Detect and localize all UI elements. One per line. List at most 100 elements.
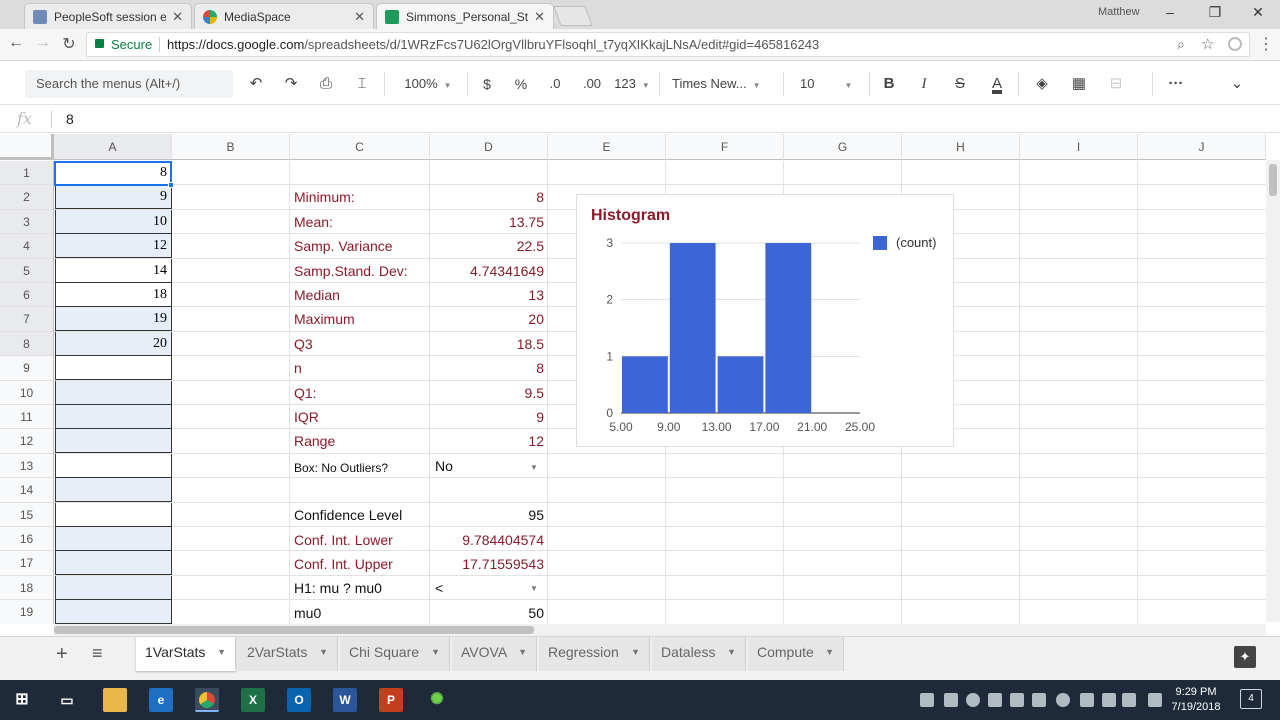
horizontal-scroll-thumb[interactable] — [54, 626, 534, 634]
conf-lower-value[interactable]: 9.784404574 — [431, 528, 544, 552]
tray-battery-icon[interactable] — [1080, 693, 1094, 707]
row-header[interactable]: 13 — [0, 453, 54, 479]
task-view-icon[interactable]: ▭ — [55, 688, 79, 712]
tray-wifi-icon[interactable] — [1102, 693, 1116, 707]
row-header[interactable]: 18 — [0, 575, 54, 601]
percent-format-button[interactable]: % — [510, 72, 532, 96]
column-header-i[interactable]: I — [1020, 134, 1138, 160]
word-icon[interactable]: W — [333, 688, 357, 712]
increase-decimal-button[interactable]: .00 — [578, 72, 606, 96]
fill-handle[interactable] — [168, 182, 174, 188]
forward-arrow-icon[interactable]: → — [32, 34, 54, 52]
chevron-down-icon[interactable]: ▼ — [319, 637, 328, 667]
decrease-decimal-button[interactable]: .0 — [543, 72, 567, 96]
redo-icon[interactable]: ↷ — [279, 72, 303, 96]
conf-upper-value[interactable]: 17.71559543 — [431, 552, 544, 576]
stat-value[interactable]: 8 — [431, 356, 544, 380]
cell-a6[interactable]: 18 — [55, 283, 172, 307]
cell-a17[interactable] — [55, 551, 172, 576]
vertical-scrollbar[interactable] — [1266, 160, 1280, 622]
more-formats-button[interactable]: 123 ▼ — [612, 72, 652, 96]
tray-volume-icon[interactable] — [1122, 693, 1136, 707]
sheet-tab-chi-square[interactable]: Chi Square ▼ — [340, 637, 450, 671]
formula-input[interactable]: 8 — [66, 111, 74, 127]
extension-icon[interactable] — [1228, 37, 1242, 51]
zoom-select[interactable]: 100% ▼ — [396, 72, 460, 96]
cell-a12[interactable] — [55, 429, 172, 454]
app-sparkle-icon[interactable]: ✺ — [425, 688, 449, 712]
strikethrough-button[interactable]: S — [949, 72, 971, 96]
sheet-tab-avova[interactable]: AVOVA ▼ — [452, 637, 537, 671]
stat-value[interactable]: 8 — [431, 185, 544, 209]
row-header[interactable]: 2 — [0, 185, 54, 210]
chevron-down-icon[interactable]: ▼ — [727, 637, 736, 667]
cell-a2[interactable]: 9 — [55, 185, 172, 210]
chevron-down-icon[interactable]: ▼ — [217, 637, 226, 667]
browser-tab-sheets[interactable]: Simmons_Personal_Stats_ ✕ — [376, 3, 554, 29]
outliers-dropdown[interactable]: No — [431, 454, 544, 478]
maximize-icon[interactable]: ❐ — [1200, 4, 1230, 21]
bold-button[interactable]: B — [878, 72, 900, 96]
conf-level-value[interactable]: 95 — [431, 503, 544, 527]
cell-a9[interactable] — [55, 356, 172, 381]
reload-icon[interactable]: ↻ — [58, 34, 80, 54]
stat-value[interactable]: 18.5 — [431, 332, 544, 356]
horizontal-scrollbar[interactable] — [54, 624, 1266, 636]
row-header[interactable]: 6 — [0, 283, 54, 308]
row-header[interactable]: 11 — [0, 405, 54, 430]
stat-value[interactable]: 13.75 — [431, 210, 544, 234]
tray-app-icon[interactable] — [988, 693, 1002, 707]
mu0-value[interactable]: 50 — [431, 601, 544, 624]
font-family-select[interactable]: Times New... ▼ — [672, 72, 776, 96]
row-header[interactable]: 3 — [0, 209, 54, 235]
edge-browser-icon[interactable]: e — [149, 688, 173, 712]
sheet-tab-1varstats[interactable]: 1VarStats ▼ — [136, 637, 236, 671]
sheet-tab-compute[interactable]: Compute ▼ — [748, 637, 844, 671]
cell-a14[interactable] — [55, 478, 172, 503]
row-header[interactable]: 8 — [0, 331, 54, 357]
collapse-toolbar-icon[interactable]: ⌄ — [1225, 72, 1249, 96]
row-header[interactable]: 19 — [0, 600, 54, 624]
row-header[interactable]: 1 — [0, 161, 54, 186]
cell-a8[interactable]: 20 — [55, 331, 172, 356]
row-header[interactable]: 12 — [0, 429, 54, 454]
cell-a15[interactable] — [55, 502, 172, 527]
column-header-f[interactable]: F — [666, 134, 784, 160]
column-header-d[interactable]: D — [430, 134, 548, 160]
histogram-chart[interactable]: Histogram 0 1 2 3 5.00 9.00 13.00 17.00 21.00 25.… — [576, 194, 954, 447]
browser-tab-mediaspace[interactable]: MediaSpace ✕ — [194, 3, 374, 29]
stat-value[interactable]: 9 — [431, 405, 544, 429]
tray-app-icon[interactable] — [944, 693, 958, 707]
tray-discord-icon[interactable] — [920, 693, 934, 707]
italic-button[interactable]: I — [913, 72, 935, 96]
chevron-down-icon[interactable]: ▼ — [530, 463, 538, 472]
tray-app-icon[interactable] — [1032, 693, 1046, 707]
column-header-h[interactable]: H — [902, 134, 1020, 160]
column-header-g[interactable]: G — [784, 134, 902, 160]
cell-a5[interactable]: 14 — [55, 258, 172, 283]
tray-pen-icon[interactable] — [1148, 693, 1162, 707]
menu-kebab-icon[interactable]: ⋮ — [1258, 34, 1274, 54]
cell-a18[interactable] — [55, 575, 172, 600]
chevron-down-icon[interactable]: ▼ — [825, 637, 834, 667]
row-header[interactable]: 15 — [0, 502, 54, 527]
row-header[interactable]: 17 — [0, 551, 54, 576]
stat-value[interactable]: 20 — [431, 307, 544, 331]
stat-value[interactable]: 12 — [431, 429, 544, 453]
column-header-e[interactable]: E — [548, 134, 666, 160]
cell-a10[interactable] — [55, 380, 172, 405]
row-header[interactable]: 9 — [0, 356, 54, 381]
url-omnibox[interactable]: Secure https://docs.google.com/spreadshe… — [86, 32, 1250, 57]
vertical-scroll-thumb[interactable] — [1269, 164, 1277, 196]
cell-a19[interactable] — [55, 600, 172, 624]
tray-chrome-icon[interactable] — [966, 693, 980, 707]
borders-icon[interactable]: ▦ — [1067, 72, 1091, 96]
back-arrow-icon[interactable]: ← — [5, 34, 27, 52]
undo-icon[interactable]: ↶ — [244, 72, 268, 96]
profile-name[interactable]: Matthew — [1098, 6, 1140, 18]
add-sheet-icon[interactable]: + — [56, 643, 68, 666]
cell-a11[interactable] — [55, 405, 172, 429]
bookmark-star-icon[interactable]: ☆ — [1201, 33, 1214, 56]
sheet-tab-dataless[interactable]: Dataless ▼ — [652, 637, 746, 671]
zoom-magnifier-icon[interactable]: ⌕ — [1177, 33, 1185, 56]
